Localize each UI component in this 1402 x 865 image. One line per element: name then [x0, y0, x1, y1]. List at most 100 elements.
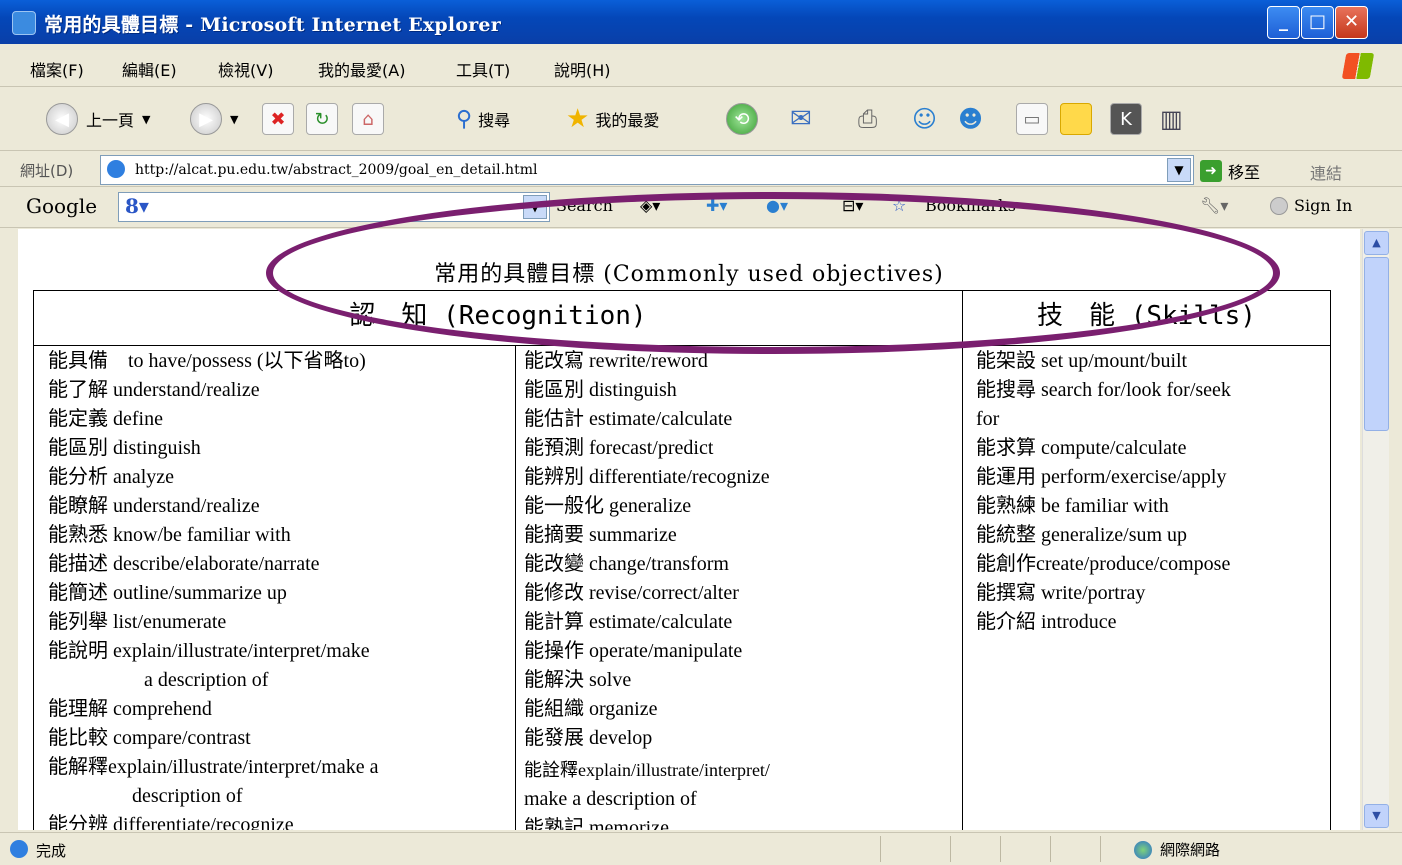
history-icon: ⟲ — [726, 103, 758, 135]
scroll-up-icon[interactable]: ▲ — [1364, 231, 1389, 255]
address-url: http://alcat.pu.edu.tw/abstract_2009/goa… — [135, 162, 538, 178]
list-item: 能發展 develop — [524, 727, 653, 749]
scroll-down-icon[interactable]: ▼ — [1364, 804, 1389, 828]
chevron-down-icon: ▼ — [142, 112, 151, 126]
maximize-button[interactable]: □ — [1301, 6, 1334, 39]
window-title: 常用的具體目標 - Microsoft Internet Explorer — [44, 14, 501, 36]
links-button[interactable]: 連結 — [1310, 160, 1342, 184]
list-item: description of — [132, 785, 243, 807]
done-page-icon — [10, 840, 28, 858]
status-text: 完成 — [36, 842, 67, 860]
list-item: 能統整 generalize/sum up — [976, 524, 1188, 546]
history-button[interactable]: ⟲ — [726, 103, 758, 135]
list-item: 能說明 explain/illustrate/interpret/make — [48, 640, 370, 662]
menu-bar: 檔案(F) 編輯(E) 檢視(V) 我的最愛(A) 工具(T) 說明(H) — [0, 46, 1402, 87]
forward-button[interactable]: ▶ ▼ — [190, 103, 239, 135]
list-item: 能搜尋 search for/look for/seek — [976, 379, 1231, 401]
list-item: 能具備 to have/possess (以下省略to) — [48, 350, 366, 372]
menu-favorites[interactable]: 我的最愛(A) — [318, 57, 405, 81]
edit-button[interactable]: ▭ — [1016, 103, 1048, 135]
home-button[interactable]: ⌂ — [352, 103, 384, 135]
go-button[interactable]: ➜ 移至 — [1200, 159, 1260, 183]
tool-k-button[interactable]: K — [1110, 103, 1142, 135]
list-item: 能創作create/produce/compose — [976, 553, 1231, 575]
list-item: 能區別 distinguish — [524, 379, 677, 401]
messenger-button[interactable]: ☺ — [912, 104, 937, 134]
sign-in-label: Sign In — [1294, 196, 1353, 215]
recognition-list-2: 能改寫 rewrite/reword 能區別 distinguish 能估計 e… — [524, 347, 956, 830]
objectives-table: 認 知 (Recognition) 技 能 (Skills) 能具備 to ha… — [33, 290, 1331, 830]
close-button[interactable]: ✕ — [1335, 6, 1368, 39]
list-item: 能詮釋explain/illustrate/interpret/ — [524, 760, 770, 780]
list-item: make a description of — [524, 788, 697, 810]
list-item: 能熟悉 know/be familiar with — [48, 524, 291, 546]
status-separator — [1050, 836, 1051, 862]
ie-icon — [12, 11, 36, 35]
security-zone: 網際網路 — [1134, 839, 1220, 860]
chevron-down-icon[interactable]: ▼ — [1167, 158, 1191, 182]
menu-edit[interactable]: 編輯(E) — [122, 57, 177, 81]
page-icon — [107, 160, 125, 178]
mail-button[interactable]: ✉ — [790, 104, 812, 134]
mail-icon: ✉ — [790, 104, 812, 134]
sign-in-button[interactable]: Sign In — [1270, 196, 1352, 215]
status-separator — [1000, 836, 1001, 862]
menu-help[interactable]: 說明(H) — [554, 57, 611, 81]
refresh-button[interactable]: ↻ — [306, 103, 338, 135]
address-input[interactable]: http://alcat.pu.edu.tw/abstract_2009/goa… — [100, 155, 1194, 185]
list-item: 能介紹 introduce — [976, 611, 1117, 633]
list-item: 能運用 perform/exercise/apply — [976, 466, 1227, 488]
discuss-icon: ☻ — [958, 105, 984, 133]
g8-icon: 8▾ — [125, 194, 149, 218]
home-icon: ⌂ — [352, 103, 384, 135]
list-item: 能列舉 list/enumerate — [48, 611, 227, 633]
zone-label: 網際網路 — [1160, 841, 1221, 859]
list-item: 能描述 describe/elaborate/narrate — [48, 553, 320, 575]
printer-icon: ⎙ — [858, 105, 878, 133]
edit-icon: ▭ — [1016, 103, 1048, 135]
print-button[interactable]: ⎙ — [858, 104, 877, 134]
menu-file[interactable]: 檔案(F) — [30, 57, 84, 81]
messenger-icon: ☺ — [912, 105, 938, 133]
status-separator — [880, 836, 881, 862]
list-item: 能辨別 differentiate/recognize — [524, 466, 770, 488]
back-button[interactable]: ◀ 上一頁 ▼ — [46, 103, 151, 135]
status-separator — [1100, 836, 1101, 862]
go-label: 移至 — [1228, 163, 1261, 182]
menu-view[interactable]: 檢視(V) — [218, 57, 273, 81]
radio-icon — [1270, 196, 1288, 215]
note-icon — [1060, 103, 1092, 135]
research-button[interactable]: ▥ — [1160, 104, 1183, 134]
list-item: 能架設 set up/mount/built — [976, 350, 1188, 372]
menu-tools[interactable]: 工具(T) — [456, 57, 510, 81]
discuss-button[interactable]: ☻ — [958, 104, 983, 134]
list-item: 能簡述 outline/summarize up — [48, 582, 287, 604]
scroll-thumb[interactable] — [1364, 257, 1389, 431]
stop-button[interactable]: ✖ — [262, 103, 294, 135]
list-item: 能定義 define — [48, 408, 163, 430]
title-bar: 常用的具體目標 - Microsoft Internet Explorer _ … — [0, 0, 1402, 44]
list-item: 能摘要 summarize — [524, 524, 677, 546]
star-icon: ★ — [566, 104, 590, 134]
research-icon: ▥ — [1160, 105, 1183, 133]
vertical-scrollbar[interactable]: ▲ ▼ — [1362, 229, 1389, 830]
minimize-button[interactable]: _ — [1267, 6, 1300, 39]
address-bar: 網址(D) http://alcat.pu.edu.tw/abstract_20… — [0, 152, 1402, 187]
list-item: 能撰寫 write/portray — [976, 582, 1146, 604]
search-icon: ⚲ — [456, 106, 473, 132]
list-item: 能熟記 memorize — [524, 817, 669, 830]
highlight-oval — [266, 192, 1280, 354]
list-item: 能比較 compare/contrast — [48, 727, 251, 749]
list-item: 能一般化 generalize — [524, 495, 692, 517]
list-item: 能組織 organize — [524, 698, 658, 720]
chevron-down-icon: ▼ — [230, 112, 239, 126]
back-label: 上一頁 — [86, 111, 135, 130]
favorites-button[interactable]: ★ 我的最愛 — [566, 104, 659, 134]
search-button[interactable]: ⚲ 搜尋 — [456, 104, 510, 134]
note-button[interactable] — [1060, 103, 1092, 135]
search-label: 搜尋 — [478, 111, 511, 130]
k-icon: K — [1110, 103, 1142, 135]
list-item: 能修改 revise/correct/alter — [524, 582, 739, 604]
wrench-icon[interactable]: 🔧︎▾ — [1200, 196, 1228, 215]
stop-icon: ✖ — [262, 103, 294, 135]
